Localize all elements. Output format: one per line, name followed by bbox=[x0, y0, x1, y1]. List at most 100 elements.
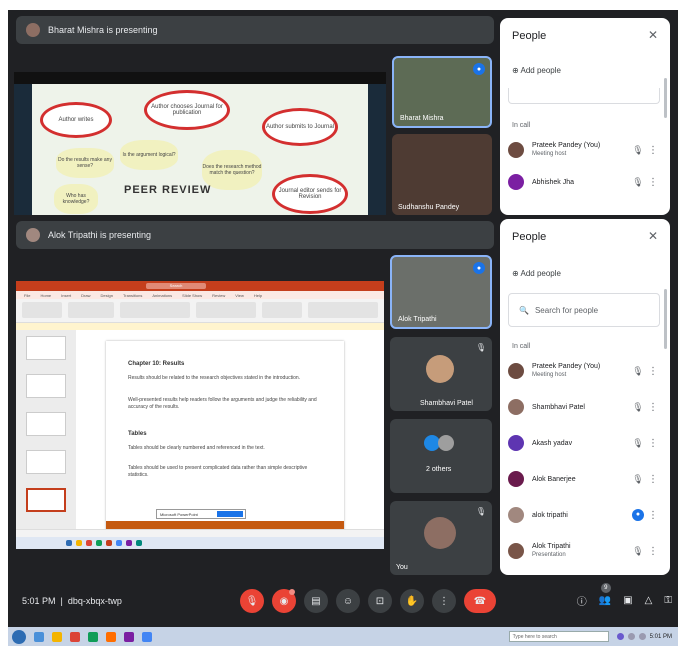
ribbon-tab[interactable]: Home bbox=[40, 293, 51, 298]
scrollbar[interactable] bbox=[664, 289, 667, 349]
ribbon-tab[interactable]: Animations bbox=[152, 293, 172, 298]
search-input[interactable] bbox=[508, 88, 660, 104]
close-icon[interactable]: ✕ bbox=[648, 229, 658, 243]
info-icon[interactable]: ⓘ bbox=[577, 593, 587, 608]
add-people-button[interactable]: ⊕ Add people bbox=[512, 269, 561, 278]
app-icon[interactable] bbox=[106, 631, 116, 642]
more-options-icon[interactable]: ⋮ bbox=[646, 177, 660, 188]
camera-toggle-button[interactable]: ◉ bbox=[272, 589, 296, 613]
emoji-button[interactable]: ☺ bbox=[336, 589, 360, 613]
ribbon-group[interactable] bbox=[120, 302, 190, 318]
participant-row[interactable]: Alok Banerjee 🎙 ⋮ bbox=[508, 465, 660, 493]
tile-name: Sudhanshu Pandey bbox=[398, 204, 460, 211]
ribbon-group[interactable] bbox=[68, 302, 114, 318]
people-button[interactable]: 9 👥 bbox=[599, 583, 611, 606]
participant-row[interactable]: Shambhavi Patel 🎙 ⋮ bbox=[508, 393, 660, 421]
more-options-icon[interactable]: ⋮ bbox=[646, 510, 660, 521]
add-people-button[interactable]: ⊕ Add people bbox=[512, 66, 561, 75]
mic-toggle-button[interactable]: 🎙 bbox=[240, 589, 264, 613]
participant-row[interactable]: Alok Tripathi Presentation 🎙 ⋮ bbox=[508, 537, 660, 565]
ribbon-tab[interactable]: Design bbox=[100, 293, 112, 298]
tile-name: Bharat Mishra bbox=[400, 115, 444, 122]
scrollbar[interactable] bbox=[664, 78, 667, 118]
more-options-icon[interactable]: ⋮ bbox=[646, 438, 660, 449]
video-tile-bharat[interactable]: ● Bharat Mishra bbox=[392, 56, 492, 128]
close-icon[interactable]: ✕ bbox=[648, 28, 658, 42]
slide-bullet: Tables should be used to present complic… bbox=[128, 465, 308, 478]
more-options-icon[interactable]: ⋮ bbox=[646, 474, 660, 485]
tray-icon[interactable] bbox=[627, 633, 635, 640]
presenter-avatar bbox=[26, 228, 40, 242]
participant-row[interactable]: Akash yadav 🎙 ⋮ bbox=[508, 429, 660, 457]
ppt-search[interactable]: Search bbox=[146, 283, 206, 289]
app-icon[interactable] bbox=[124, 631, 134, 642]
slide-thumbnail[interactable] bbox=[26, 374, 66, 398]
participant-name: Prateek Pandey (You) Meeting host bbox=[532, 142, 601, 157]
chat-icon[interactable]: ▣ bbox=[623, 595, 632, 606]
raise-hand-button[interactable]: ✋ bbox=[400, 589, 424, 613]
slide-cloud: Is the argument logical? bbox=[120, 140, 178, 170]
app-icon[interactable] bbox=[142, 631, 152, 642]
participant-row[interactable]: Abhishek Jha 🎙 ⋮ bbox=[508, 168, 660, 196]
ribbon-group[interactable] bbox=[308, 302, 378, 318]
mic-off-icon: 🎙 bbox=[632, 545, 644, 556]
ribbon-tab[interactable]: Draw bbox=[81, 293, 90, 298]
app-icon[interactable] bbox=[34, 631, 44, 642]
slide-thumbnail[interactable] bbox=[26, 336, 66, 360]
tray-icon[interactable] bbox=[638, 633, 646, 640]
slide-thumbnail[interactable] bbox=[26, 450, 66, 474]
taskbar-icon bbox=[76, 540, 82, 546]
presenting-banner: Alok Tripathi is presenting bbox=[16, 221, 494, 249]
ribbon-tab[interactable]: Insert bbox=[61, 293, 71, 298]
ribbon-group[interactable] bbox=[262, 302, 302, 318]
clock[interactable]: 5:01 PM bbox=[650, 634, 672, 640]
more-options-button[interactable]: ⋮ bbox=[432, 589, 456, 613]
app-icon[interactable] bbox=[88, 631, 98, 642]
slide-thumbnail-selected[interactable] bbox=[26, 488, 66, 512]
captions-button[interactable]: ▤ bbox=[304, 589, 328, 613]
more-options-icon[interactable]: ⋮ bbox=[646, 366, 660, 377]
search-input[interactable]: 🔍 Search for people bbox=[508, 293, 660, 327]
video-tile-others[interactable]: 2 others bbox=[390, 419, 492, 493]
ribbon-tab[interactable]: Help bbox=[254, 293, 262, 298]
slide-thumbnail[interactable] bbox=[26, 412, 66, 436]
present-button[interactable]: ⊡ bbox=[368, 589, 392, 613]
dialog-text: Microsoft PowerPoint bbox=[160, 511, 198, 517]
participant-row[interactable]: alok tripathi ● ⋮ bbox=[508, 501, 660, 529]
participant-row[interactable]: Prateek Pandey (You) Meeting host 🎙 ⋮ bbox=[508, 136, 660, 164]
slide-cloud: Who has knowledge? bbox=[54, 184, 98, 214]
start-button[interactable] bbox=[12, 629, 26, 644]
taskbar-search[interactable]: Type here to search bbox=[508, 631, 609, 642]
video-tile-alok[interactable]: ● Alok Tripathi bbox=[390, 255, 492, 329]
speaking-icon: ● bbox=[473, 63, 485, 75]
more-options-icon[interactable]: ⋮ bbox=[646, 546, 660, 557]
ribbon-group[interactable] bbox=[196, 302, 256, 318]
video-tile-shambhavi[interactable]: Shambhavi Patel 🎙 bbox=[390, 337, 492, 411]
ribbon-group[interactable] bbox=[22, 302, 62, 318]
more-options-icon[interactable]: ⋮ bbox=[646, 145, 660, 156]
ribbon-tab[interactable]: View bbox=[235, 293, 244, 298]
activities-icon[interactable]: △ bbox=[645, 595, 653, 606]
camera-off-icon: ◉ bbox=[279, 595, 289, 607]
more-options-icon[interactable]: ⋮ bbox=[646, 402, 660, 413]
participant-name: alok tripathi bbox=[532, 511, 568, 519]
ribbon-tab[interactable]: Slide Show bbox=[182, 293, 202, 298]
host-controls-icon[interactable]: ⚿ bbox=[664, 595, 672, 606]
ribbon-tab[interactable]: Transitions bbox=[123, 293, 142, 298]
ribbon-tab[interactable]: File bbox=[24, 293, 30, 298]
app-icon[interactable] bbox=[70, 631, 80, 642]
search-icon: 🔍 bbox=[519, 305, 529, 315]
ribbon-tab[interactable]: Review bbox=[212, 293, 225, 298]
hang-up-icon: ☎ bbox=[473, 595, 487, 607]
leave-call-button[interactable]: ☎ bbox=[464, 589, 496, 613]
tray-icon[interactable] bbox=[616, 633, 624, 640]
tile-name: Alok Tripathi bbox=[398, 316, 437, 323]
video-tile-you[interactable]: You 🎙 bbox=[390, 501, 492, 575]
video-tile-sudhanshu[interactable]: Sudhanshu Pandey bbox=[392, 134, 492, 215]
participant-row[interactable]: Prateek Pandey (You) Meeting host 🎙 ⋮ bbox=[508, 357, 660, 385]
dialog-ok-button[interactable] bbox=[217, 511, 243, 517]
taskbar-icon bbox=[116, 540, 122, 546]
app-icon[interactable] bbox=[52, 631, 62, 642]
tile-name: 2 others bbox=[426, 466, 452, 473]
slide-cloud: Do the results make any sense? bbox=[56, 148, 114, 178]
